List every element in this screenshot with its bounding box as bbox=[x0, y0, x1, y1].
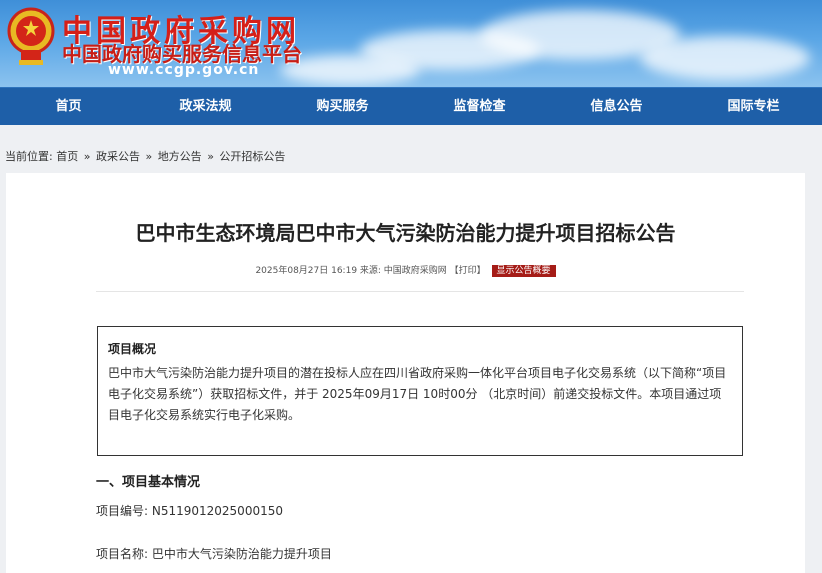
breadcrumb-item[interactable]: 首页 bbox=[56, 150, 78, 163]
nav-item-purchase-services[interactable]: 购买服务 bbox=[274, 88, 411, 125]
project-name: 项目名称: 巴中市大气污染防治能力提升项目 bbox=[96, 547, 332, 561]
nav-item-supervision[interactable]: 监督检查 bbox=[411, 88, 548, 125]
section-title: 一、项目基本情况 bbox=[96, 475, 201, 490]
site-url[interactable]: www.ccgp.gov.cn bbox=[108, 62, 259, 78]
national-emblem-icon bbox=[7, 7, 55, 65]
breadcrumb: 当前位置: 首页 » 政采公告 » 地方公告 » 公开招标公告 bbox=[5, 148, 285, 164]
overview-body: 巴中市大气污染防治能力提升项目的潜在投标人应在四川省政府采购一体化平台项目电子化… bbox=[108, 366, 727, 422]
breadcrumb-item[interactable]: 公开招标公告 bbox=[219, 150, 285, 163]
nav-item-regulations[interactable]: 政采法规 bbox=[137, 88, 274, 125]
breadcrumb-separator: » bbox=[83, 150, 91, 163]
nav-item-announcements[interactable]: 信息公告 bbox=[548, 88, 685, 125]
nav-item-home[interactable]: 首页 bbox=[0, 88, 137, 125]
breadcrumb-item[interactable]: 地方公告 bbox=[158, 150, 202, 163]
breadcrumb-prefix: 当前位置: bbox=[5, 150, 53, 163]
overview-title: 项目概况 bbox=[108, 342, 157, 356]
project-number: 项目编号: N5119012025000150 bbox=[96, 504, 283, 518]
main-nav: 首页 政采法规 购买服务 监督检查 信息公告 国际专栏 bbox=[0, 87, 822, 125]
page-title: 巴中市生态环境局巴中市大气污染防治能力提升项目招标公告 bbox=[135, 221, 676, 245]
breadcrumb-separator: » bbox=[207, 150, 214, 163]
article-meta: 2025年08月27日 16:19 来源: 中国政府采购网 【打印】 显示公告概… bbox=[6, 263, 805, 277]
cloud-decoration bbox=[640, 36, 810, 80]
breadcrumb-item[interactable]: 政采公告 bbox=[96, 150, 140, 163]
article-meta-text: 2025年08月27日 16:19 来源: 中国政府采购网 【打印】 bbox=[255, 266, 486, 276]
nav-item-international[interactable]: 国际专栏 bbox=[685, 88, 822, 125]
article-panel: 巴中市生态环境局巴中市大气污染防治能力提升项目招标公告 2025年08月27日 … bbox=[6, 173, 805, 573]
site-header: 中国政府采购网 中国政府购买服务信息平台 www.ccgp.gov.cn bbox=[0, 0, 822, 87]
divider bbox=[96, 291, 744, 292]
breadcrumb-separator: » bbox=[145, 150, 153, 163]
show-summary-button[interactable]: 显示公告概要 bbox=[491, 264, 556, 277]
project-overview-box: 项目概况 巴中市大气污染防治能力提升项目的潜在投标人应在四川省政府采购一体化平台… bbox=[97, 326, 743, 456]
